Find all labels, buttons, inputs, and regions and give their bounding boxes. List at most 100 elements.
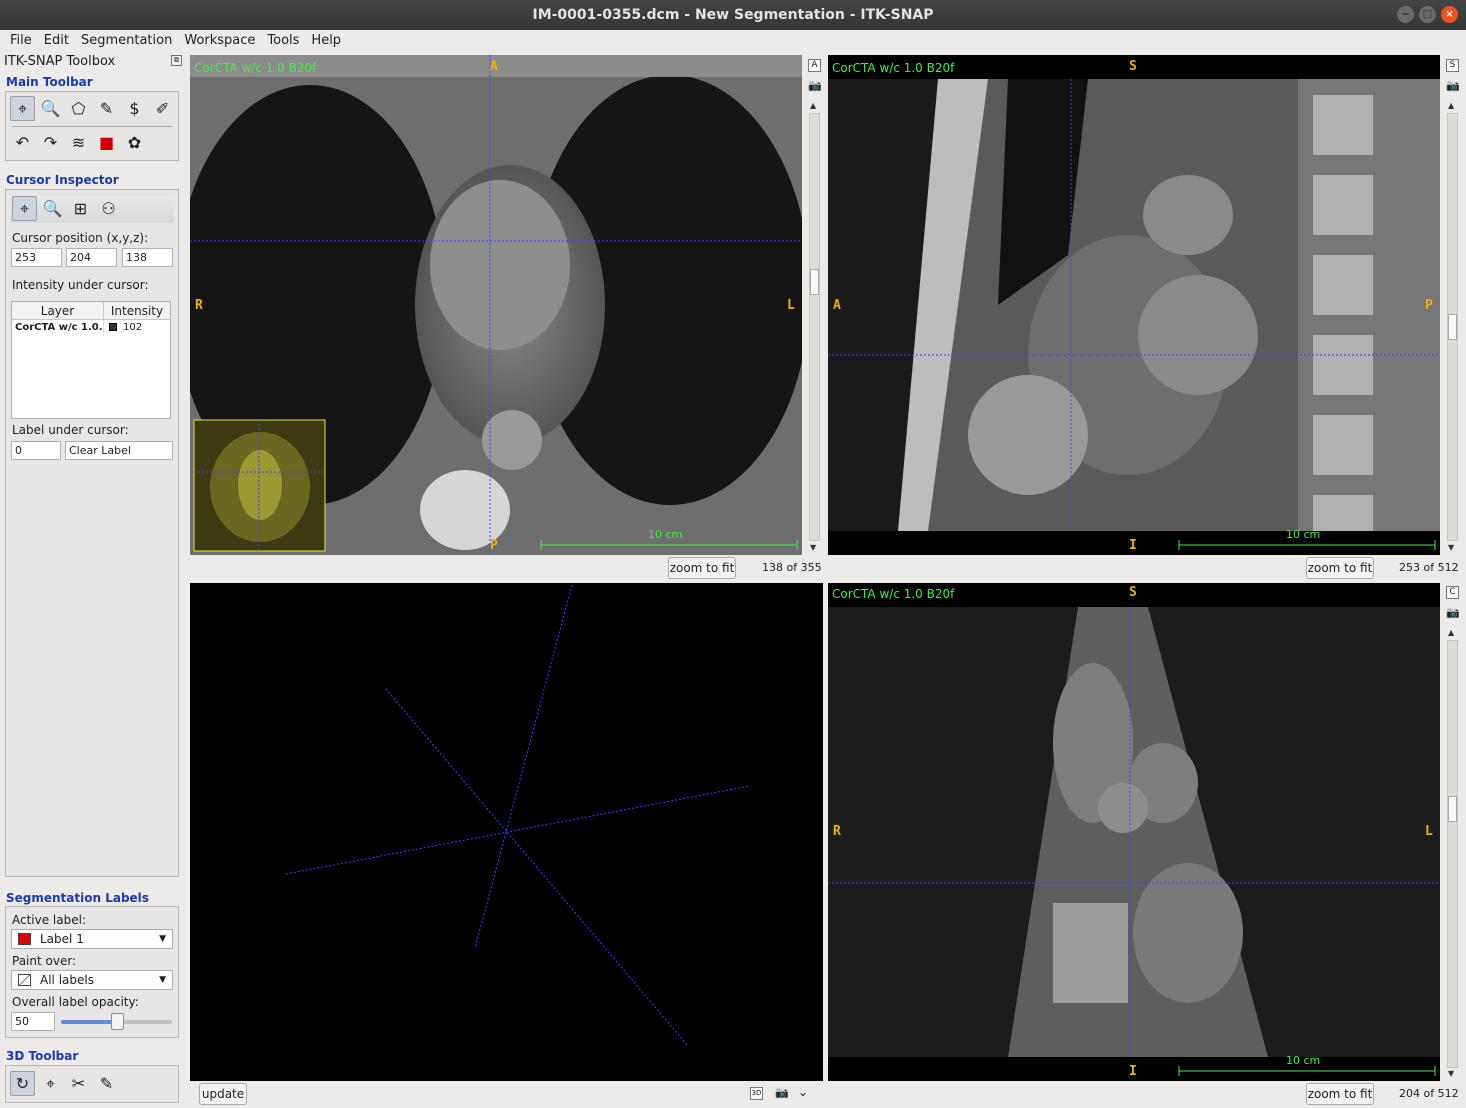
annotation-tool-icon[interactable]: ✐ (150, 96, 175, 121)
sagittal-slice-number: 253 of 512 (1399, 561, 1459, 574)
sagittal-top-orientation: S (1129, 59, 1137, 74)
spray-paint-icon[interactable]: ✎ (94, 1071, 119, 1096)
sagittal-left-orientation: A (833, 298, 841, 313)
close-icon[interactable]: × (1441, 6, 1458, 23)
intensity-value: 102 (123, 322, 143, 333)
rotate-3d-icon[interactable]: ↻ (10, 1071, 35, 1096)
chevron-down-icon: ▼ (159, 934, 166, 944)
axial-left-orientation: R (195, 298, 203, 313)
chevron-down-icon: ▼ (159, 975, 166, 985)
segmentation-labels-panel: Active label: Label 1 ▼ Paint over: All … (5, 906, 179, 1038)
coronal-ct-image (828, 583, 1440, 1081)
three-d-view[interactable] (190, 583, 823, 1081)
axial-bottom-orientation: P (490, 538, 498, 553)
menu-workspace[interactable]: Workspace (178, 30, 261, 51)
sagittal-side-bar: S 📷 ▲ ▼ (1443, 55, 1461, 555)
scroll-up-icon[interactable]: ▲ (1448, 101, 1454, 110)
cursor-y-field[interactable]: 204 (66, 248, 117, 267)
main-toolbar-title: Main Toolbar (6, 75, 93, 89)
axial-top-orientation: A (490, 59, 498, 74)
coronal-zoom-to-fit-button[interactable]: zoom to fit (1306, 1083, 1374, 1105)
sagittal-layout-button[interactable]: S (1446, 59, 1459, 72)
coronal-top-orientation: S (1129, 585, 1137, 600)
axial-zoom-to-fit-button[interactable]: zoom to fit (668, 557, 736, 579)
table-header-layer[interactable]: Layer (12, 302, 104, 319)
menu-tools[interactable]: Tools (261, 30, 305, 51)
undock-icon[interactable]: ⧉ (171, 55, 182, 66)
toolbar-divider (12, 126, 172, 127)
paintbrush-tool-icon[interactable]: ✎ (94, 96, 119, 121)
redo-icon[interactable]: ↷ (38, 130, 63, 155)
axial-view[interactable]: CorCTA w/c 1.0 B20f A P R L 10 cm (190, 55, 802, 555)
polygon-tool-icon[interactable]: ⬠ (66, 96, 91, 121)
maximize-icon[interactable]: □ (1419, 6, 1436, 23)
segmentation-labels-title: Segmentation Labels (6, 891, 149, 905)
crosshair-tool-icon[interactable]: ⌖ (10, 96, 35, 121)
inspector-sync-icon[interactable]: ⚇ (96, 196, 121, 221)
scroll-down-icon[interactable]: ▼ (810, 543, 816, 552)
intensity-table: Layer Intensity CorCTA w/c 1.0... 102 (11, 301, 171, 419)
coronal-slice-number: 204 of 512 (1399, 1087, 1459, 1100)
inspector-zoom-icon[interactable]: 🔍 (40, 196, 65, 221)
label-name-field[interactable]: Clear Label (65, 441, 173, 460)
active-label-dropdown[interactable]: Label 1 ▼ (11, 929, 173, 949)
paint-over-dropdown[interactable]: All labels ▼ (11, 970, 173, 990)
three-d-footer: update 3D 📷 ⌄ (190, 1082, 823, 1106)
menu-help[interactable]: Help (305, 30, 347, 51)
scroll-down-icon[interactable]: ▼ (1448, 543, 1454, 552)
coronal-view[interactable]: CorCTA w/c 1.0 B20f S I R L 10 cm (828, 583, 1440, 1081)
zoom-pan-tool-icon[interactable]: 🔍 (38, 96, 63, 121)
sagittal-footer: zoom to fit 253 of 512 (828, 557, 1460, 581)
scalpel-icon[interactable]: ✂ (66, 1071, 91, 1096)
chevron-down-icon[interactable]: ⌄ (798, 1085, 808, 1099)
cursor-x-field[interactable]: 253 (11, 248, 62, 267)
coronal-left-orientation: R (833, 824, 841, 839)
camera-icon[interactable]: 📷 (775, 1086, 789, 1099)
table-header-intensity[interactable]: Intensity (104, 302, 170, 319)
all-labels-swatch (18, 974, 31, 986)
layers-icon[interactable]: ≋ (66, 130, 91, 155)
sagittal-slice-scrollbar[interactable] (1447, 113, 1458, 541)
table-row[interactable]: CorCTA w/c 1.0... 102 (12, 320, 170, 336)
intensity-cell: 102 (104, 320, 170, 336)
menu-file[interactable]: File (4, 30, 38, 51)
snake-tool-icon[interactable]: $ (122, 96, 147, 121)
camera-icon[interactable]: 📷 (1446, 606, 1460, 619)
minimize-icon[interactable]: − (1397, 6, 1414, 23)
camera-icon[interactable]: 📷 (808, 79, 822, 92)
sagittal-layer-overlay: CorCTA w/c 1.0 B20f (832, 61, 955, 75)
menu-segmentation[interactable]: Segmentation (75, 30, 178, 51)
cursor-z-field[interactable]: 138 (122, 248, 173, 267)
camera-icon[interactable]: 📷 (1446, 79, 1460, 92)
crosshair-3d-icon[interactable]: ⌖ (38, 1071, 63, 1096)
axial-slice-number: 138 of 355 (762, 561, 822, 574)
update-3d-button[interactable]: update (199, 1083, 247, 1105)
axial-slice-scrollbar[interactable] (809, 113, 820, 541)
opacity-slider-handle[interactable] (110, 1013, 124, 1030)
axial-side-bar: A 📷 ▲ ▼ (805, 55, 823, 555)
inspector-layout-icon[interactable]: ⊞ (68, 196, 93, 221)
coronal-slice-scrollbar[interactable] (1447, 640, 1458, 1068)
sagittal-zoom-to-fit-button[interactable]: zoom to fit (1306, 557, 1374, 579)
opacity-field[interactable]: 50 (11, 1012, 55, 1031)
cursor-position-label: Cursor position (x,y,z): (12, 231, 149, 245)
coronal-right-orientation: L (1425, 824, 1433, 839)
scroll-up-icon[interactable]: ▲ (1448, 628, 1454, 637)
menu-edit[interactable]: Edit (38, 30, 75, 51)
inspector-crosshair-icon[interactable]: ⌖ (12, 196, 37, 221)
scroll-up-icon[interactable]: ▲ (810, 101, 816, 110)
color-palette-icon[interactable]: ✿ (122, 130, 147, 155)
label-editor-icon[interactable]: ■ (94, 130, 119, 155)
intensity-label: Intensity under cursor: (12, 278, 149, 292)
sagittal-view[interactable]: CorCTA w/c 1.0 B20f S I A P 10 cm (828, 55, 1440, 555)
coronal-layout-button[interactable]: C (1446, 586, 1459, 599)
undo-icon[interactable]: ↶ (10, 130, 35, 155)
paint-over-caption: Paint over: (12, 954, 77, 968)
three-d-mode-icon[interactable]: 3D (750, 1087, 763, 1100)
axial-layout-button[interactable]: A (808, 59, 821, 72)
label-id-field[interactable]: 0 (11, 441, 61, 460)
toolbar-3d-title: 3D Toolbar (6, 1049, 79, 1063)
toolbox-panel: ITK-SNAP Toolbox ⧉ Main Toolbar ⌖ 🔍 ⬠ ✎ $ ✐ ↶… (0, 51, 186, 1108)
coronal-scale-label: 10 cm (1286, 1054, 1321, 1067)
scroll-down-icon[interactable]: ▼ (1448, 1069, 1454, 1078)
